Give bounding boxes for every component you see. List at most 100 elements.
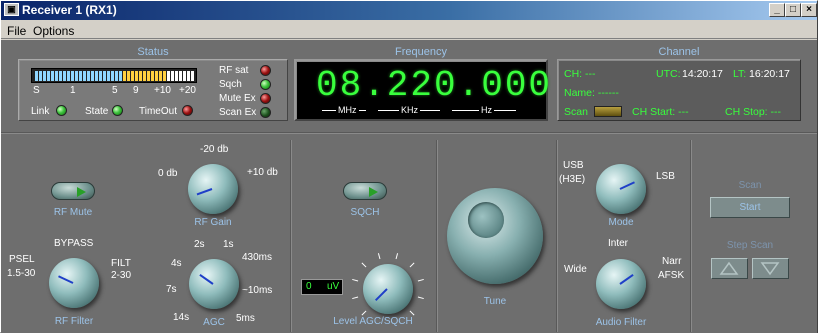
lt-time: 16:20:17 — [749, 68, 790, 80]
meter-segment — [71, 71, 74, 81]
level-tick — [409, 262, 415, 268]
scan-toggle[interactable] — [594, 106, 622, 117]
menu-options[interactable]: Options — [33, 24, 74, 38]
state-led — [112, 105, 123, 116]
meter-segment — [43, 71, 46, 81]
channel-name: Name: ------ — [564, 87, 619, 99]
unit-mhz: MHz — [336, 105, 359, 115]
scan-ex-led — [260, 107, 271, 118]
status-header: Status — [137, 46, 169, 58]
meter-segment — [39, 71, 42, 81]
meter-segment — [75, 71, 78, 81]
step-up-icon — [719, 261, 739, 275]
audio-filter-label-afsk: AFSK — [658, 270, 685, 281]
meter-segment — [111, 71, 114, 81]
minimize-button[interactable]: _ — [769, 3, 785, 17]
level-indicator: 0 uV — [301, 279, 343, 295]
agc-label-10ms: ~10ms — [242, 285, 273, 296]
mode-caption: Mode — [608, 217, 634, 228]
rf-gain-label-0: 0 db — [158, 168, 178, 179]
maximize-button[interactable]: □ — [785, 3, 801, 17]
signal-meter — [31, 68, 197, 83]
agc-knob[interactable] — [189, 259, 239, 309]
meter-segment — [67, 71, 70, 81]
meter-segment — [139, 71, 142, 81]
level-tick — [417, 296, 424, 300]
audio-filter-caption: Audio Filter — [595, 317, 647, 328]
frequency-display[interactable]: 08.220.000 MHz KHz Hz — [294, 59, 550, 121]
rf-gain-label-plus10: +10 db — [247, 167, 278, 178]
rf-mute-button[interactable] — [51, 182, 95, 200]
level-tick — [352, 296, 359, 300]
level-tick — [377, 253, 381, 260]
meter-segment — [123, 71, 126, 81]
meter-segment — [183, 71, 186, 81]
meter-segment — [135, 71, 138, 81]
window-title: Receiver 1 (RX1) — [22, 3, 117, 17]
level-value: 0 — [306, 281, 312, 292]
rf-filter-label-1530: 1.5-30 — [7, 268, 36, 279]
meter-scale-20: +20 — [179, 85, 196, 96]
step-down-button[interactable] — [752, 258, 789, 279]
receiver-panel: Status Frequency Channel S 1 5 9 +10 +20… — [1, 40, 817, 333]
mode-label-lsb: LSB — [656, 171, 675, 182]
meter-segment — [47, 71, 50, 81]
rf-filter-label-230: 2-30 — [111, 270, 132, 281]
scan-ex-label: Scan Ex — [219, 107, 257, 118]
ch-start: CH Start: --- — [632, 106, 689, 118]
rf-gain-knob[interactable] — [188, 164, 238, 214]
meter-segment — [175, 71, 178, 81]
audio-filter-knob[interactable] — [596, 259, 646, 309]
rf-filter-knob[interactable] — [49, 258, 99, 308]
level-tick — [361, 262, 367, 268]
meter-segment — [59, 71, 62, 81]
channel-header: Channel — [658, 46, 700, 58]
meter-segment — [99, 71, 102, 81]
scan-start-button[interactable]: Start — [710, 197, 790, 218]
frequency-value: 08.220.000 — [316, 65, 553, 106]
unit-khz: KHz — [399, 105, 421, 115]
title-bar: ▣ Receiver 1 (RX1) _ □ × — [1, 1, 817, 20]
meter-scale-9: 9 — [133, 85, 139, 96]
meter-segment — [63, 71, 66, 81]
mute-ex-led — [260, 93, 271, 104]
agc-label-4s: 4s — [171, 258, 182, 269]
tune-knob[interactable] — [447, 188, 543, 284]
rf-sat-label: RF sat — [219, 65, 249, 76]
meter-segment — [151, 71, 154, 81]
state-label: State — [85, 106, 109, 117]
step-up-button[interactable] — [711, 258, 748, 279]
rf-gain-caption: RF Gain — [194, 217, 232, 228]
mute-ex-label: Mute Ex — [219, 93, 256, 104]
unit-hz: Hz — [479, 105, 494, 115]
meter-segment — [127, 71, 130, 81]
meter-segment — [171, 71, 174, 81]
meter-segment — [179, 71, 182, 81]
rf-filter-label-bypass: BYPASS — [54, 238, 94, 249]
meter-segment — [187, 71, 190, 81]
frequency-header: Frequency — [395, 46, 447, 58]
meter-scale-s: S — [33, 85, 40, 96]
close-button[interactable]: × — [801, 3, 817, 17]
rf-filter-label-psel: PSEL — [9, 254, 35, 265]
mode-knob[interactable] — [596, 164, 646, 214]
menu-file[interactable]: File — [7, 24, 26, 38]
sqch-label: Sqch — [219, 79, 242, 90]
menu-bar: File Options — [1, 21, 817, 39]
mode-label-h3e: (H3E) — [559, 174, 586, 185]
level-tick — [417, 278, 424, 282]
timeout-label: TimeOut — [139, 106, 177, 117]
meter-scale-5: 5 — [112, 85, 118, 96]
meter-segment — [51, 71, 54, 81]
meter-segment — [83, 71, 86, 81]
sqch-label: SQCH — [350, 207, 380, 218]
tune-caption: Tune — [483, 296, 507, 307]
meter-segment — [87, 71, 90, 81]
channel-number: CH: --- — [564, 68, 596, 80]
receiver-window: ▣ Receiver 1 (RX1) _ □ × File Options St… — [0, 0, 818, 333]
sqch-button[interactable] — [343, 182, 387, 200]
meter-segment — [163, 71, 166, 81]
timeout-led — [182, 105, 193, 116]
scan-section-label: Scan — [738, 180, 762, 191]
rf-mute-label: RF Mute — [53, 207, 93, 218]
